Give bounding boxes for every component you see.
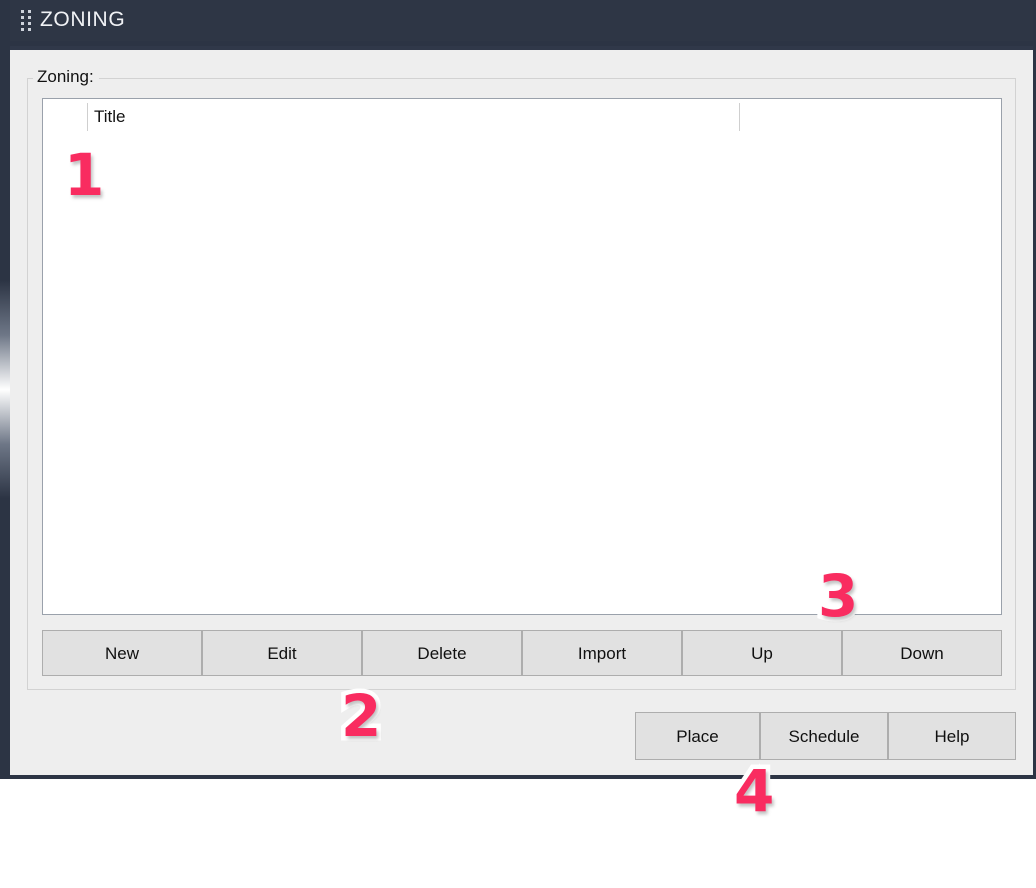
zoning-list-header[interactable]: Title: [43, 99, 1001, 136]
schedule-button[interactable]: Schedule: [760, 712, 888, 760]
column-header-title[interactable]: Title: [94, 106, 126, 128]
annotation-marker-1: 1: [59, 141, 108, 209]
dialog-action-bar: Place Schedule Help: [635, 712, 1016, 760]
annotation-marker-2: 2: [336, 682, 385, 750]
zoning-list[interactable]: Title: [42, 98, 1002, 615]
down-button[interactable]: Down: [842, 630, 1002, 676]
import-button[interactable]: Import: [522, 630, 682, 676]
dialog-titlebar[interactable]: ZONING: [10, 0, 1033, 50]
annotation-marker-4: 4: [729, 757, 778, 825]
list-toolbar: New Edit Delete Import Up Down: [42, 630, 1002, 676]
column-divider-2[interactable]: [739, 103, 740, 131]
delete-button[interactable]: Delete: [362, 630, 522, 676]
edit-button[interactable]: Edit: [202, 630, 362, 676]
help-button[interactable]: Help: [888, 712, 1016, 760]
zoning-dialog: ZONING Zoning: Title New Edit Delete Imp…: [0, 0, 1036, 779]
new-button[interactable]: New: [42, 630, 202, 676]
annotation-marker-3: 3: [813, 562, 862, 630]
screen: ZONING Zoning: Title New Edit Delete Imp…: [0, 0, 1036, 888]
column-divider-1[interactable]: [87, 103, 88, 131]
window-title: ZONING: [40, 8, 126, 31]
up-button[interactable]: Up: [682, 630, 842, 676]
zoning-groupbox-label: Zoning:: [33, 64, 99, 90]
zoning-list-body[interactable]: [43, 136, 1001, 614]
dialog-left-edge-decoration: [0, 0, 10, 779]
titlebar-inner: ZONING: [10, 0, 1033, 41]
place-button[interactable]: Place: [635, 712, 760, 760]
drag-grip-icon[interactable]: [21, 10, 31, 32]
